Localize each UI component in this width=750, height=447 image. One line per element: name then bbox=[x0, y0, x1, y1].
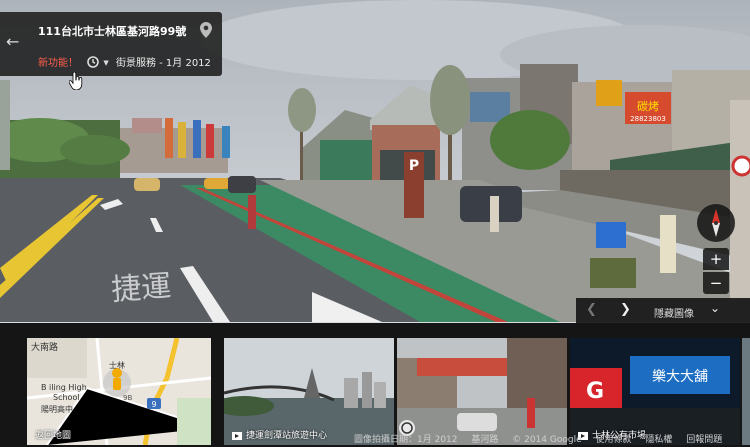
copyright: © 2014 Google bbox=[512, 435, 582, 445]
thumbnail-label: 捷運劍潭站旅遊中心 bbox=[232, 428, 327, 441]
video-icon bbox=[232, 431, 242, 440]
address-card: ← 111台北市士林區基河路99號 新功能！ ▼ 街景服務 - 1月 2012 bbox=[0, 12, 222, 76]
map-label-school-en-1: B iling High bbox=[41, 383, 87, 392]
clock-icon[interactable] bbox=[87, 55, 99, 71]
back-arrow-icon[interactable]: ← bbox=[6, 32, 19, 51]
capture-date: 圖像拍攝日期：1月 2012 bbox=[354, 435, 458, 445]
thumbnail-image bbox=[397, 338, 567, 445]
location-pin-icon[interactable] bbox=[200, 22, 212, 42]
privacy-link[interactable]: 隱私權 bbox=[645, 435, 672, 445]
terms-link[interactable]: 使用條款 bbox=[596, 435, 632, 445]
chevron-left-icon[interactable]: ❮ bbox=[586, 302, 597, 317]
map-label-school-zh: 陽明高中 bbox=[41, 404, 73, 414]
compass-icon[interactable] bbox=[697, 204, 735, 242]
map-label-road: 大南路 bbox=[31, 341, 58, 353]
thumbnail-street-panorama[interactable] bbox=[397, 338, 567, 445]
report-problem-link[interactable]: 回報問題 bbox=[686, 435, 722, 445]
back-to-map-thumbnail[interactable]: 大南路 B iling High School 陽明高中 士林 9 9B 返回地… bbox=[27, 338, 211, 445]
address-title: 111台北市士林區基河路99號 bbox=[38, 25, 187, 38]
street-view-date: 街景服務 - 1月 2012 bbox=[115, 58, 211, 69]
back-to-map-label: 返回地圖 bbox=[35, 431, 72, 441]
footer-bar: 圖像拍攝日期：1月 2012 基河路 © 2014 Google 使用條款 隱私… bbox=[354, 432, 733, 445]
thumbnail-jiantan-visitor-center[interactable]: 捷運劍潭站旅遊中心 bbox=[224, 338, 394, 445]
market-sign-text: 樂大大舖 bbox=[652, 368, 708, 385]
zoom-in-icon[interactable]: + bbox=[703, 248, 729, 270]
map-label-school-en-2: School bbox=[53, 393, 80, 402]
chevron-right-icon[interactable]: ❯ bbox=[620, 302, 631, 317]
location-name: 基河路 bbox=[471, 435, 499, 445]
thumbnail-shilin-market[interactable]: G 樂大大舖 士林公有市場 bbox=[570, 338, 740, 445]
map-label-route: 9 bbox=[151, 400, 156, 409]
store-sign-text: 碳烤 bbox=[637, 99, 659, 113]
street-view-panorama[interactable]: 碳烤 28823803 捷運 P ← 111台北市士林區基河路99號 新功能！ … bbox=[0, 0, 750, 323]
map-label-mrt: 士林 bbox=[109, 360, 125, 370]
zoom-out-icon[interactable]: − bbox=[703, 272, 729, 294]
map-label-poi: 9B bbox=[123, 394, 132, 402]
market-sign-g: G bbox=[586, 379, 604, 404]
road-marking-text: 捷運 bbox=[110, 269, 172, 308]
chevron-down-icon[interactable]: ▼ bbox=[103, 59, 108, 67]
thumbnail-title: 捷運劍潭站旅遊中心 bbox=[246, 431, 328, 441]
hand-cursor-icon bbox=[68, 71, 83, 94]
hide-imagery-button[interactable]: 隱藏圖像 bbox=[654, 305, 694, 320]
thumbnail-strip: 大南路 B iling High School 陽明高中 士林 9 9B 返回地… bbox=[0, 323, 750, 447]
thumbnail-next-partial[interactable] bbox=[742, 338, 750, 445]
store-sign-number: 28823803 bbox=[630, 115, 666, 123]
thumbnail-strip-controls: ❮ ❯ 隱藏圖像 ⌄ bbox=[576, 298, 750, 323]
chevron-double-down-icon[interactable]: ⌄ bbox=[710, 301, 720, 315]
parking-sign: P bbox=[409, 158, 419, 174]
new-feature-link[interactable]: 新功能！ bbox=[38, 58, 78, 69]
